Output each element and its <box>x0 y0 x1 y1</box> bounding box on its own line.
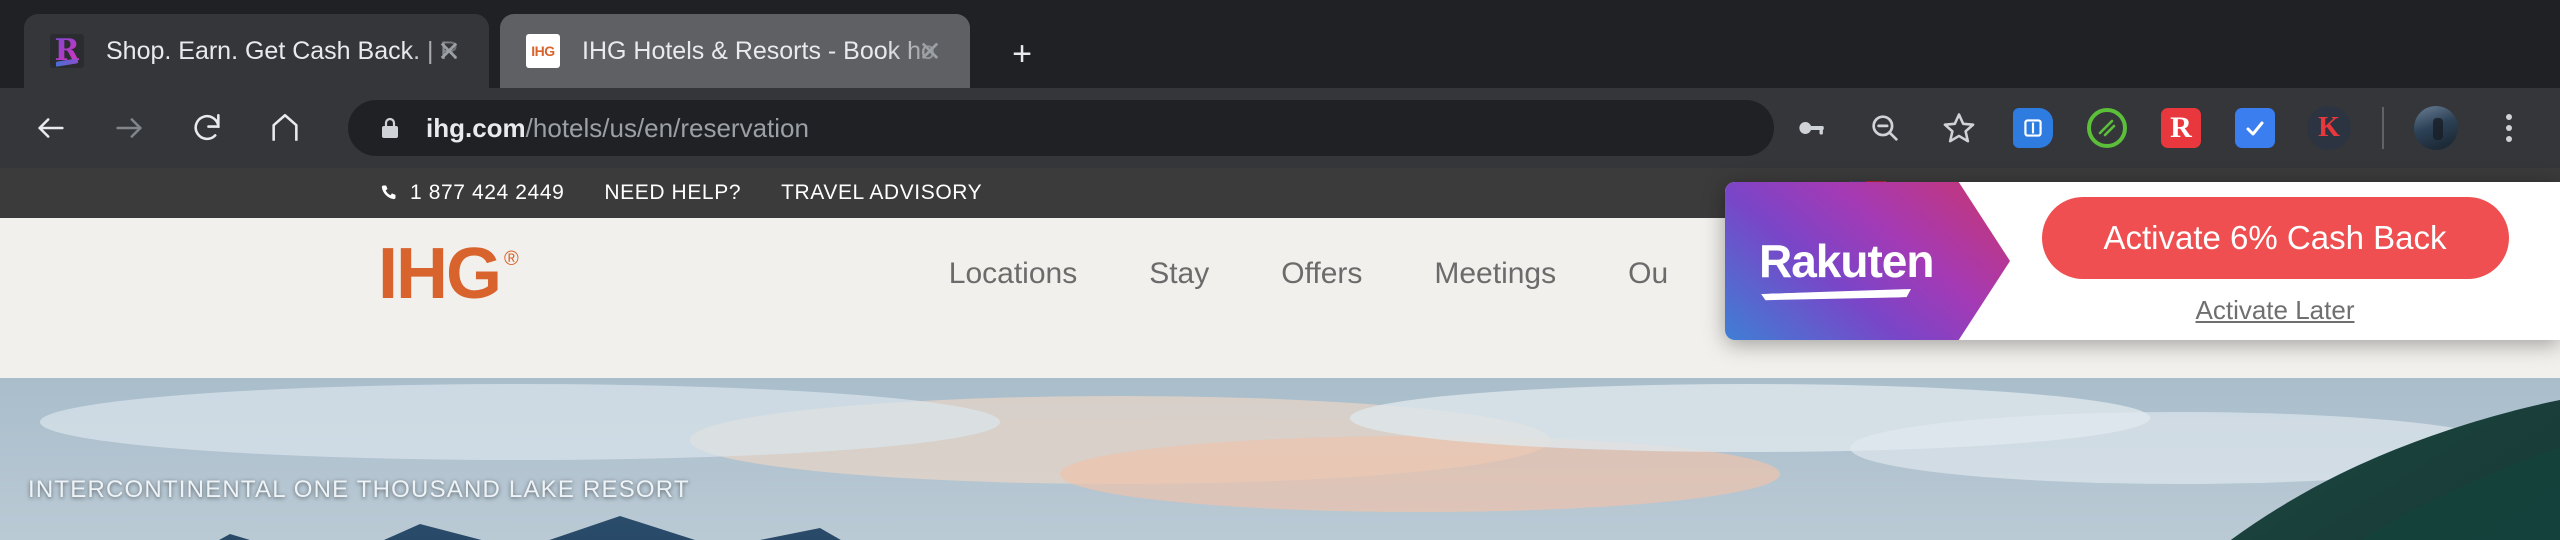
password-key-icon[interactable] <box>1785 102 1837 154</box>
url-host: ihg.com <box>426 112 526 143</box>
phone-number: 1 877 424 2449 <box>410 181 565 204</box>
phone-link[interactable]: 1 877 424 2449 <box>378 181 564 205</box>
rakuten-extension-icon[interactable]: R <box>2155 102 2207 154</box>
browser-tab-ihg[interactable]: IHG IHG Hotels & Resorts - Book ho ✕ <box>500 14 970 88</box>
browser-window: R Shop. Earn. Get Cash Back. | R ✕ IHG I… <box>0 0 2560 540</box>
home-icon[interactable] <box>258 101 312 155</box>
nav-item-stay[interactable]: Stay <box>1149 257 1209 291</box>
zoom-out-icon[interactable] <box>1859 102 1911 154</box>
lock-icon <box>378 115 402 141</box>
avatar[interactable] <box>2414 106 2458 150</box>
url-text: ihg.com/hotels/us/en/reservation <box>426 113 809 144</box>
extension-green-circle-icon[interactable] <box>2081 102 2133 154</box>
back-arrow-icon[interactable] <box>24 101 78 155</box>
toolbar-icon-group: R K <box>1774 102 2560 154</box>
checkmark-extension-icon[interactable] <box>2229 102 2281 154</box>
toolbar-divider <box>2382 107 2384 149</box>
site-nav: Locations Stay Offers Meetings Ou <box>949 257 1668 291</box>
browser-toolbar: ihg.com/hotels/us/en/reservation R K <box>0 88 2560 168</box>
forward-arrow-icon[interactable] <box>102 101 156 155</box>
rakuten-action-panel: Activate 6% Cash Back Activate Later <box>2010 196 2560 326</box>
bookmark-star-icon[interactable] <box>1933 102 1985 154</box>
new-tab-button[interactable]: + <box>990 28 1054 80</box>
tab-strip: R Shop. Earn. Get Cash Back. | R ✕ IHG I… <box>0 0 2560 88</box>
kayak-extension-icon[interactable]: K <box>2303 102 2355 154</box>
rakuten-brand-panel: Rakuten <box>1725 182 2010 340</box>
address-bar[interactable]: ihg.com/hotels/us/en/reservation <box>348 100 1774 156</box>
utility-left-group: 1 877 424 2449 NEED HELP? TRAVEL ADVISOR… <box>378 181 1022 205</box>
activate-cash-back-button[interactable]: Activate 6% Cash Back <box>2041 196 2509 279</box>
three-dot-menu-icon[interactable] <box>2483 102 2535 154</box>
ihg-icon: IHG <box>526 34 560 68</box>
registered-mark: ® <box>504 247 519 270</box>
nav-item-locations[interactable]: Locations <box>949 257 1077 291</box>
reload-icon[interactable] <box>180 101 234 155</box>
rakuten-cashback-popup: Rakuten Activate 6% Cash Back Activate L… <box>1725 182 2560 340</box>
activate-later-link[interactable]: Activate Later <box>2196 295 2355 326</box>
tab-close-button[interactable]: ✕ <box>431 33 467 69</box>
ihg-logo[interactable]: IHG ® <box>378 233 519 314</box>
nav-item-offers[interactable]: Offers <box>1281 257 1362 291</box>
hero-caption: INTERCONTINENTAL ONE THOUSAND LAKE RESOR… <box>28 476 690 503</box>
nav-item-our-brands[interactable]: Ou <box>1628 257 1668 291</box>
need-help-link[interactable]: NEED HELP? <box>604 181 741 205</box>
browser-tab-rakuten[interactable]: R Shop. Earn. Get Cash Back. | R ✕ <box>24 14 489 88</box>
ihg-logo-text: IHG <box>378 233 502 314</box>
rakuten-r-icon: R <box>50 34 84 68</box>
phone-icon <box>378 182 398 204</box>
nav-item-meetings[interactable]: Meetings <box>1434 257 1556 291</box>
rakuten-wordmark: Rakuten <box>1759 235 1934 287</box>
url-path: /hotels/us/en/reservation <box>525 112 809 143</box>
extension-blue-icon[interactable] <box>2007 102 2059 154</box>
travel-advisory-link[interactable]: TRAVEL ADVISORY <box>781 181 982 205</box>
tab-close-button[interactable]: ✕ <box>912 33 948 69</box>
hero-image: INTERCONTINENTAL ONE THOUSAND LAKE RESOR… <box>0 378 2560 540</box>
